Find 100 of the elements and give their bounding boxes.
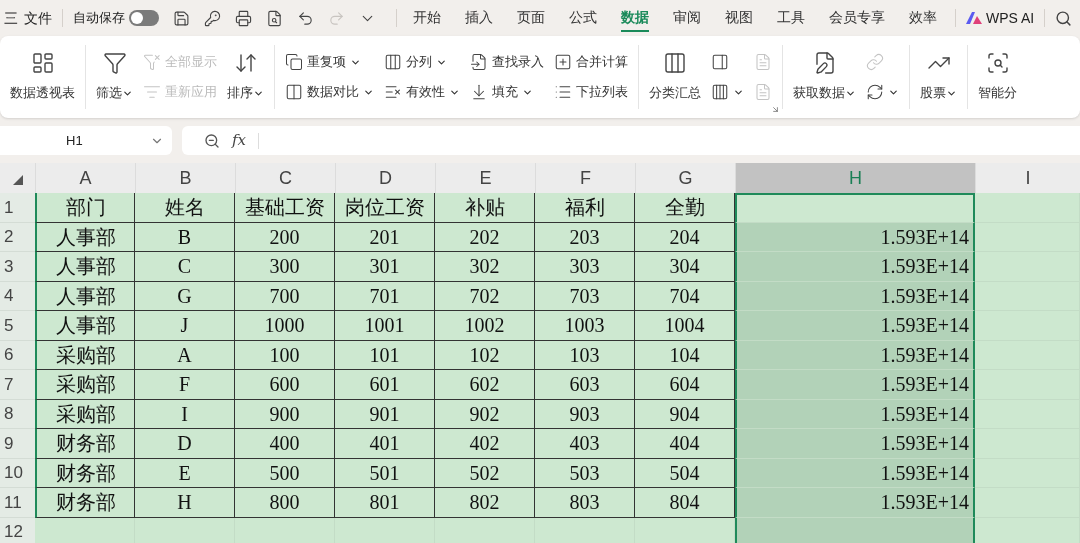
filter-clear-icon [143,53,161,71]
print-preview-icon[interactable] [266,9,283,27]
scan-search-icon [985,51,1010,76]
table-cell: 801 [335,488,435,518]
ribbon-button[interactable]: 查找录入 [470,50,544,74]
ribbon-button[interactable]: 排序 [227,51,264,103]
table-cell: 702 [435,281,535,311]
dialog-launcher-icon[interactable] [771,105,780,114]
arrow-down-icon [470,83,488,101]
row-header[interactable]: 10 [0,458,35,488]
list-cross-icon [384,83,402,101]
search-icon[interactable] [1055,9,1073,27]
ribbon-button[interactable]: 分类汇总 [649,51,701,103]
table-cell: 1004 [635,311,735,341]
columns-icon [285,83,303,101]
table-cell: 人事部 [35,222,135,252]
ribbon-button[interactable]: 有效性 [384,80,460,104]
ribbon-button[interactable]: 筛选 [96,51,133,103]
name-box[interactable]: H1 [0,126,172,155]
row-header[interactable]: 3 [0,252,35,282]
row-header[interactable]: 11 [0,488,35,518]
document-icon [754,53,772,71]
filter-list-icon [143,83,161,101]
ribbon-button[interactable]: 下拉列表 [554,80,628,104]
table-cell: 402 [435,429,535,459]
save-icon[interactable] [173,9,190,27]
row-header[interactable]: 12 [0,517,35,543]
table-cell: 201 [335,222,435,252]
table-cell: 302 [435,252,535,282]
ribbon-button[interactable]: 数据透视表 [10,51,75,103]
table-cell: 604 [635,370,735,400]
table-cell: 人事部 [35,311,135,341]
table-cell: 300 [235,252,335,282]
ribbon-tab[interactable]: 审阅 [673,4,701,32]
table-cell: 500 [235,458,335,488]
table-cell: 人事部 [35,252,135,282]
ribbon-button[interactable]: 分列 [384,50,460,74]
ribbon-tab[interactable]: 开始 [413,4,441,32]
autosave-label: 自动保存 [73,9,125,28]
table-cell: B [135,222,235,252]
row-header[interactable]: 6 [0,340,35,370]
ribbon-button[interactable]: 股票 [920,51,957,103]
ribbon-button[interactable]: 重复项 [285,50,374,74]
file-menu[interactable]: 文件 [24,7,52,29]
ribbon-tab[interactable]: 视图 [725,4,753,32]
formula-field[interactable]: fx [182,126,1080,155]
ribbon-button[interactable]: 填充 [470,80,544,104]
table-cell: 采购部 [35,340,135,370]
row-header[interactable]: 1 [0,193,35,223]
ribbon-button[interactable]: 获取数据 [793,51,856,103]
row-header[interactable]: 8 [0,399,35,429]
table-cell: 203 [535,222,635,252]
table-cell: 1.593E+14 [735,399,975,429]
row-header[interactable]: 2 [0,222,35,252]
table-cell: 204 [635,222,735,252]
ribbon-tab[interactable]: 插入 [465,4,493,32]
zoom-out-icon [204,132,220,149]
table-cell: 岗位工资 [335,193,435,223]
square-plus-icon [554,53,572,71]
document-icon [754,83,772,101]
ribbon-button[interactable]: 智能分 [978,51,1017,103]
ribbon-tab[interactable]: 公式 [569,4,597,32]
panel-icon [711,53,729,71]
row-header[interactable]: 7 [0,370,35,400]
ai-button[interactable]: WPS AI [966,7,1035,29]
table-cell: A [135,340,235,370]
table-cell: 400 [235,429,335,459]
table-cell: 101 [335,340,435,370]
table-cell: 1.593E+14 [735,370,975,400]
row-header[interactable]: 9 [0,429,35,459]
autosave-toggle[interactable] [129,10,159,26]
table-cell: 301 [335,252,435,282]
ribbon-tab[interactable]: 页面 [517,4,545,32]
table-cell: 904 [635,399,735,429]
table-cell: 804 [635,488,735,518]
columns-icon [711,83,729,101]
table-cell: 600 [235,370,335,400]
table-cell: 903 [535,399,635,429]
ribbon-tab[interactable]: 效率 [909,4,937,32]
table-cell: 704 [635,281,735,311]
ribbon-tab[interactable]: 数据 [621,4,649,32]
table-cell: E [135,458,235,488]
row-header[interactable]: 4 [0,281,35,311]
table-cell: 200 [235,222,335,252]
menu-glyph[interactable]: 三 [4,7,18,29]
print-icon[interactable] [235,9,252,27]
ribbon-button[interactable]: 数据对比 [285,80,374,104]
ribbon-tab[interactable]: 工具 [777,4,805,32]
function-label[interactable]: fx [232,129,246,152]
table-cell: 1.593E+14 [735,311,975,341]
row-header[interactable]: 5 [0,311,35,341]
ribbon-tab[interactable]: 会员专享 [829,4,885,32]
refresh-icon [866,83,884,101]
table-cell: 基础工资 [235,193,335,223]
undo-icon[interactable] [297,9,314,27]
table-cell: 1001 [335,311,435,341]
ribbon-button[interactable]: 合并计算 [554,50,628,74]
table-cell: I [135,399,235,429]
key-icon[interactable] [204,9,221,27]
table-cell: 703 [535,281,635,311]
